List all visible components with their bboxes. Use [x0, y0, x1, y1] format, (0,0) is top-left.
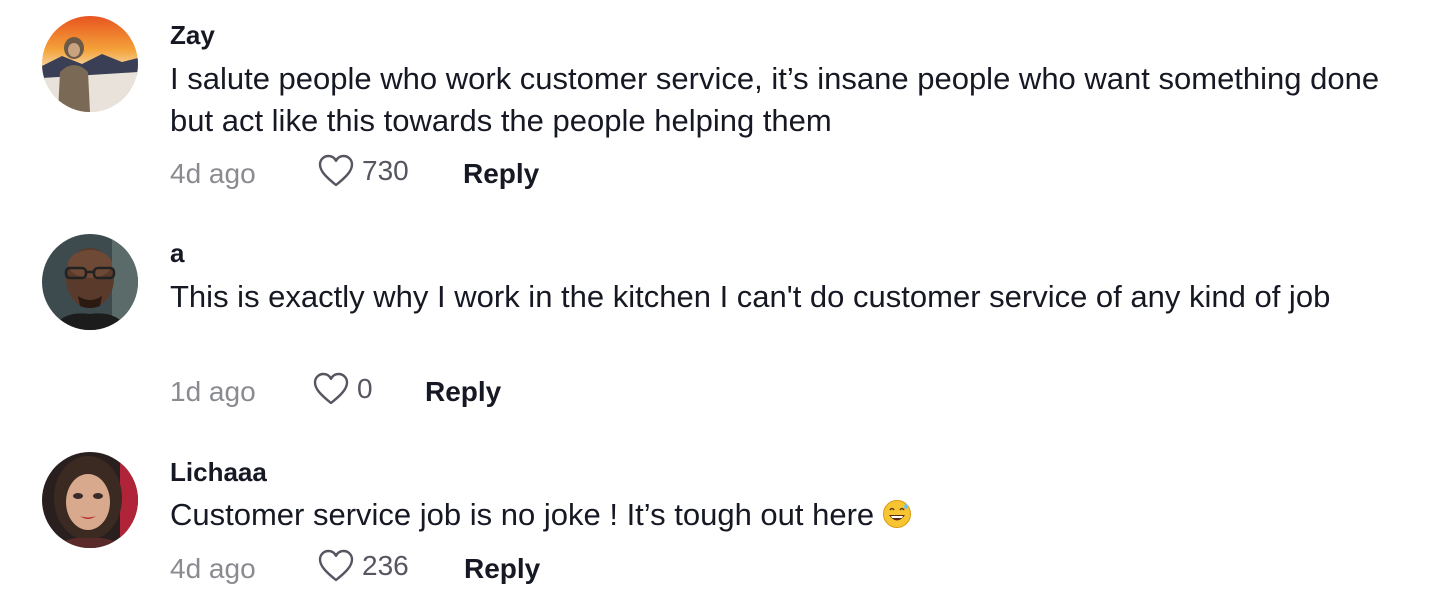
- timestamp: 4d ago: [170, 553, 256, 584]
- heart-outline-icon: [318, 549, 354, 582]
- comment-text: Customer service job is no joke ! It’s t…: [170, 494, 1390, 536]
- timestamp: 4d ago: [170, 158, 256, 189]
- like-count: 236: [362, 550, 409, 581]
- avatar[interactable]: [42, 234, 138, 330]
- comment-text: This is exactly why I work in the kitche…: [170, 279, 1331, 314]
- username[interactable]: Zay: [170, 20, 215, 51]
- comment-text: I salute people who work customer servic…: [170, 61, 1380, 138]
- avatar[interactable]: [42, 16, 138, 112]
- reply-button[interactable]: Reply: [425, 376, 501, 408]
- like-button[interactable]: 236: [318, 549, 409, 583]
- like-count: 730: [362, 155, 409, 186]
- avatar[interactable]: [42, 452, 138, 548]
- username[interactable]: a: [170, 238, 184, 269]
- heart-outline-icon: [313, 372, 349, 405]
- like-count: 0: [357, 373, 373, 404]
- timestamp: 1d ago: [170, 376, 256, 407]
- username[interactable]: Lichaaa: [170, 457, 267, 488]
- reply-button[interactable]: Reply: [463, 158, 539, 190]
- comment-text-content: Customer service job is no joke ! It’s t…: [170, 497, 875, 532]
- like-button[interactable]: 730: [318, 154, 409, 188]
- like-button[interactable]: 0: [313, 372, 373, 406]
- grinning-sweat-emoji-icon: [883, 500, 912, 528]
- heart-outline-icon: [318, 154, 354, 187]
- reply-button[interactable]: Reply: [464, 553, 540, 585]
